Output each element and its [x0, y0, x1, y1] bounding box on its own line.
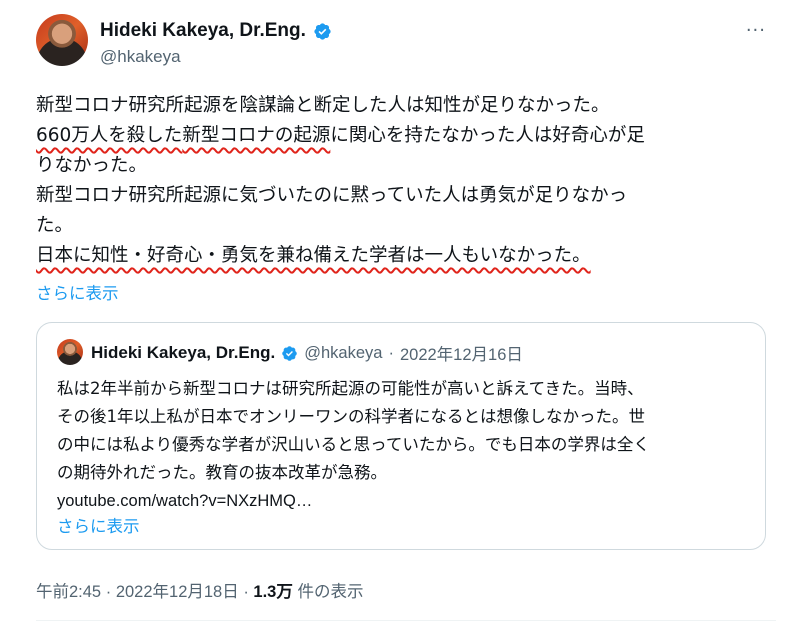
quoted-line-2: その後1年以上私が日本でオンリーワンの科学者になるとは想像しなかった。世 [57, 407, 645, 426]
underlined-phrase-origin: 新型コロナの起源 [182, 125, 331, 146]
quoted-line-1: 私は2年半前から新型コロナは研究所起源の可能性が高いと訴えてきた。当時、 [57, 379, 644, 398]
divider [36, 620, 776, 621]
quoted-separator: · [388, 343, 394, 362]
tweet-line-4: 新型コロナ研究所起源に気づいたのに黙っていた人は勇気が足りなかっ [36, 185, 628, 206]
author-handle[interactable]: @hkakeya [100, 47, 181, 67]
author-avatar[interactable] [36, 14, 88, 66]
quoted-verified-badge-icon [282, 345, 298, 361]
author-name-row: Hideki Kakeya, Dr.Eng. [100, 20, 332, 42]
author-display-name[interactable]: Hideki Kakeya, Dr.Eng. [100, 20, 306, 42]
tweet-meta: 午前2:45 · 2022年12月18日 · 1.3万 件の表示 [36, 578, 363, 602]
tweet-header: Hideki Kakeya, Dr.Eng. @hkakeya ··· [36, 14, 776, 74]
tweet-line-2-rest: に関心を持たなかった人は好奇心が足 [330, 125, 645, 146]
quoted-line-4: の期待外れだった。教育の抜本改革が急務。 [57, 463, 387, 482]
tweet-line-6: 日本に知性・好奇心・勇気を兼ね備えた学者は一人もいなかった。 [36, 241, 766, 271]
verified-badge-icon [314, 22, 331, 40]
quoted-tweet-date: 2022年12月16日 [399, 346, 523, 364]
views-count: 1.3万 [253, 583, 293, 601]
meta-separator-1: · [105, 583, 112, 601]
tweet-text: 新型コロナ研究所起源を陰謀論と断定した人は知性が足りなかった。 660万人を殺し… [36, 91, 766, 271]
quoted-youtube-link[interactable]: youtube.com/watch?v=NXzHMQ… [57, 487, 757, 515]
underlined-phrase-deaths: 660万人を殺した [36, 125, 183, 146]
tweet-time[interactable]: 午前2:45 [36, 583, 101, 601]
underlined-phrase-scholars: 日本に知性・好奇心・勇気を兼ね備えた学者は一人もいなかった。 [36, 245, 591, 266]
quoted-author-handle: @hkakeya [304, 343, 383, 362]
quoted-show-more-link[interactable]: さらに表示 [57, 513, 140, 537]
tweet-line-3: りなかった。 [36, 155, 148, 176]
quoted-author-avatar [57, 339, 83, 365]
quoted-tweet-card[interactable]: Hideki Kakeya, Dr.Eng. @hkakeya · 2022年1… [36, 322, 766, 550]
tweet-date[interactable]: 2022年12月18日 [116, 583, 239, 601]
quoted-tweet-header: Hideki Kakeya, Dr.Eng. @hkakeya · 2022年1… [91, 341, 523, 365]
tweet-show-more-link[interactable]: さらに表示 [36, 280, 119, 304]
quoted-line-3: の中には私より優秀な学者が沢山いると思っていたから。でも日本の学界は全く [57, 435, 650, 454]
meta-separator-2: · [243, 583, 249, 601]
more-options-icon[interactable]: ··· [746, 20, 766, 41]
tweet-line-5: た。 [36, 215, 74, 236]
tweet-line-2: 660万人を殺した新型コロナの起源に関心を持たなかった人は好奇心が足 [36, 121, 766, 151]
quoted-author-name: Hideki Kakeya, Dr.Eng. [91, 343, 276, 362]
tweet-line-1: 新型コロナ研究所起源を陰謀論と断定した人は知性が足りなかった。 [36, 95, 610, 116]
views-label: 件の表示 [297, 583, 364, 601]
quoted-tweet-text: 私は2年半前から新型コロナは研究所起源の可能性が高いと訴えてきた。当時、 その後… [57, 375, 757, 515]
